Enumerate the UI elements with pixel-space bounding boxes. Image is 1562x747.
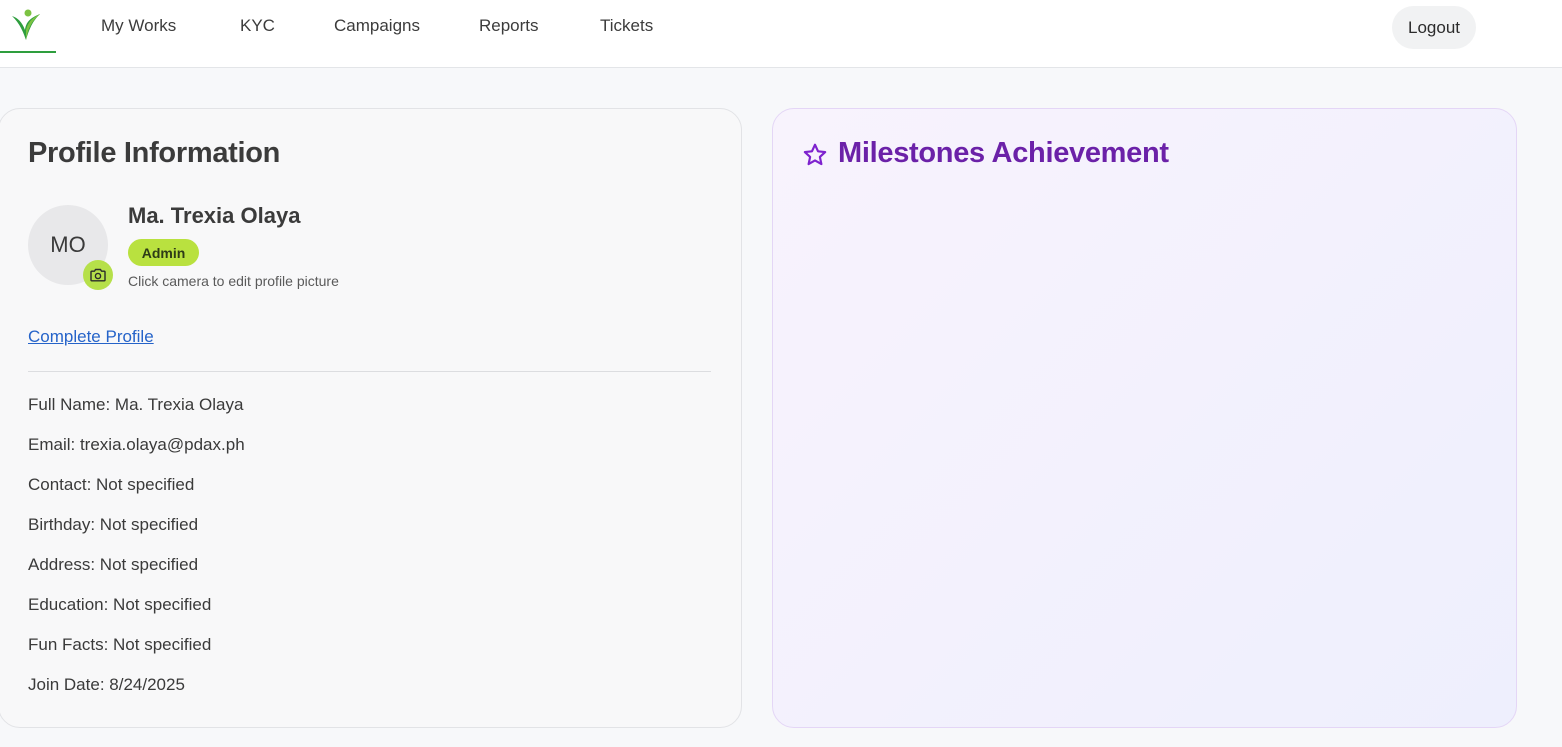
camera-icon — [90, 268, 106, 282]
field-contact: Contact: Not specified — [28, 475, 195, 494]
user-name: Ma. Trexia Olaya — [128, 203, 301, 228]
edit-photo-button[interactable] — [83, 260, 113, 290]
camera-hint-text: Click camera to edit profile picture — [128, 273, 339, 289]
field-full-name: Full Name: Ma. Trexia Olaya — [28, 395, 244, 414]
star-icon — [803, 143, 827, 166]
nav-kyc[interactable]: KYC — [240, 16, 275, 36]
nav-reports[interactable]: Reports — [479, 16, 539, 36]
home-logo-tab[interactable] — [0, 0, 56, 53]
logo-icon — [12, 9, 40, 40]
field-join-date: Join Date: 8/24/2025 — [28, 675, 185, 694]
top-navbar: My Works KYC Campaigns Reports Tickets L… — [0, 0, 1562, 68]
divider — [28, 371, 711, 372]
avatar-initials: MO — [50, 232, 86, 257]
field-education: Education: Not specified — [28, 595, 212, 614]
nav-campaigns[interactable]: Campaigns — [334, 16, 420, 36]
field-fun-facts: Fun Facts: Not specified — [28, 635, 212, 654]
nav-tickets[interactable]: Tickets — [600, 16, 653, 36]
field-address: Address: Not specified — [28, 555, 199, 574]
profile-title: Profile Information — [28, 137, 281, 169]
logout-button[interactable]: Logout — [1392, 6, 1476, 49]
milestones-card — [772, 108, 1517, 728]
field-email: Email: trexia.olaya@pdax.ph — [28, 435, 245, 454]
field-birthday: Birthday: Not specified — [28, 515, 199, 534]
nav-my-works[interactable]: My Works — [101, 16, 176, 36]
complete-profile-link[interactable]: Complete Profile — [28, 327, 154, 347]
milestones-title: Milestones Achievement — [838, 137, 1169, 169]
role-badge: Admin — [128, 239, 199, 266]
